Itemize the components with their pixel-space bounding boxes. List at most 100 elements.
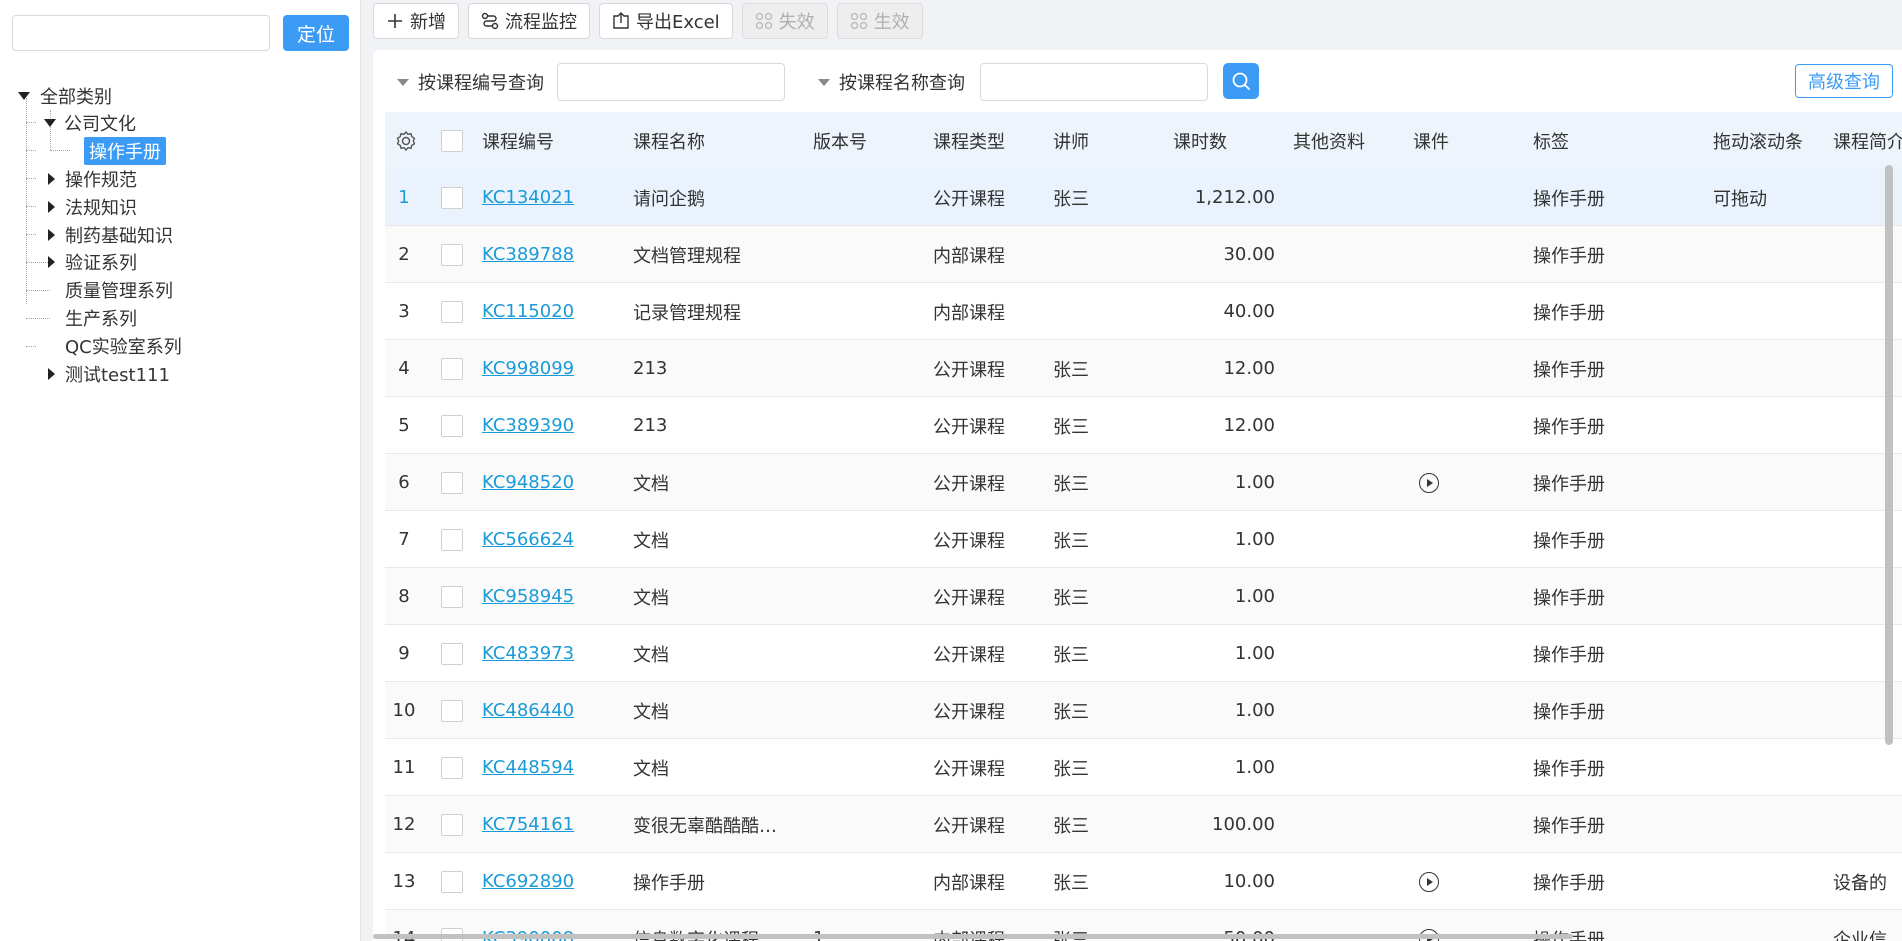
validate-button[interactable]: 生效 (836, 3, 923, 39)
table-row[interactable]: 5 KC389390 213 公开课程 张三 12.00 操作手册 (385, 397, 1902, 454)
row-checkbox[interactable] (441, 397, 465, 454)
header-courseware[interactable]: 课件 (1413, 112, 1449, 169)
tree-node-label[interactable]: 操作规范 (65, 166, 137, 192)
table-row[interactable]: 9 KC483973 文档 公开课程 张三 1.00 操作手册 (385, 625, 1902, 682)
cell-code[interactable]: KC115020 (482, 283, 622, 340)
caret-right-icon[interactable] (48, 256, 55, 268)
table-row[interactable]: 6 KC948520 文档 公开课程 张三 1.00 操作手册 (385, 454, 1902, 511)
header-hours[interactable]: 课时数 (1173, 112, 1227, 169)
course-name-input[interactable] (980, 63, 1208, 101)
cell-courseware[interactable] (1419, 454, 1459, 511)
locate-input[interactable] (12, 15, 270, 51)
play-icon[interactable] (1419, 472, 1439, 493)
tree-node-label[interactable]: 全部类别 (40, 83, 112, 109)
table-row[interactable]: 3 KC115020 记录管理规程 内部课程 40.00 操作手册 (385, 283, 1902, 340)
caret-down-icon[interactable] (44, 119, 56, 127)
flow-monitor-button[interactable]: 流程监控 (468, 3, 590, 39)
caret-down-icon[interactable] (397, 78, 409, 86)
add-button[interactable]: 新增 (373, 3, 459, 39)
tree-node-test[interactable]: 测试test111 (48, 360, 170, 388)
tree-node-label[interactable]: 质量管理系列 (65, 277, 173, 303)
table-row[interactable]: 4 KC998099 213 公开课程 张三 12.00 操作手册 (385, 340, 1902, 397)
caret-right-icon[interactable] (48, 173, 55, 185)
tree-node-qc[interactable]: QC实验室系列 (65, 332, 182, 360)
tree-node-label[interactable]: 生产系列 (65, 305, 137, 331)
tree-node-label[interactable]: 测试test111 (65, 361, 170, 387)
tree-node-label[interactable]: 验证系列 (65, 249, 137, 275)
cell-code[interactable]: KC998099 (482, 340, 622, 397)
search-button[interactable] (1223, 63, 1259, 99)
cell-code[interactable]: KC566624 (482, 511, 622, 568)
cell-code[interactable]: KC389788 (482, 226, 622, 283)
header-code[interactable]: 课程编号 (482, 112, 554, 169)
tree-node-pharma[interactable]: 制药基础知识 (48, 221, 173, 249)
play-icon[interactable] (1419, 871, 1439, 892)
select-all-checkbox[interactable] (441, 112, 463, 169)
caret-down-icon[interactable] (818, 78, 830, 86)
row-checkbox[interactable] (441, 511, 465, 568)
row-checkbox[interactable] (441, 283, 465, 340)
search-by-name-toggle[interactable]: 按课程名称查询 (818, 69, 965, 95)
cell-code[interactable]: KC958945 (482, 568, 622, 625)
invalidate-button[interactable]: 失效 (741, 3, 828, 39)
header-version[interactable]: 版本号 (813, 112, 867, 169)
table-row[interactable]: 2 KC389788 文档管理规程 内部课程 30.00 操作手册 (385, 226, 1902, 283)
cell-code[interactable]: KC754161 (482, 796, 622, 853)
tree-node-manual[interactable]: 操作手册 (84, 137, 166, 165)
tree-node-company-culture[interactable]: 公司文化 (44, 109, 136, 137)
caret-right-icon[interactable] (48, 368, 55, 380)
vertical-scrollbar[interactable] (1885, 165, 1893, 745)
export-excel-button[interactable]: 导出Excel (599, 3, 733, 39)
table-row[interactable]: 10 KC486440 文档 公开课程 张三 1.00 操作手册 (385, 682, 1902, 739)
tree-node-production[interactable]: 生产系列 (65, 304, 137, 332)
header-type[interactable]: 课程类型 (933, 112, 1005, 169)
tree-node-label[interactable]: QC实验室系列 (65, 333, 182, 359)
row-checkbox[interactable] (441, 739, 465, 796)
horizontal-scrollbar[interactable] (373, 934, 1573, 939)
cell-code[interactable]: KC692890 (482, 853, 622, 910)
row-checkbox[interactable] (441, 853, 465, 910)
tree-node-verify[interactable]: 验证系列 (48, 248, 137, 276)
row-checkbox[interactable] (441, 454, 465, 511)
tree-node-op-spec[interactable]: 操作规范 (48, 165, 137, 193)
table-row[interactable]: 1 KC134021 请问企鹅 公开课程 张三 1,212.00 操作手册 可拖动 (385, 169, 1902, 226)
header-name[interactable]: 课程名称 (633, 112, 705, 169)
advanced-search-button[interactable]: 高级查询 (1795, 64, 1893, 98)
tree-node-quality[interactable]: 质量管理系列 (65, 276, 173, 304)
header-teacher[interactable]: 讲师 (1053, 112, 1089, 169)
row-checkbox[interactable] (441, 340, 465, 397)
tree-node-law[interactable]: 法规知识 (48, 193, 137, 221)
row-checkbox[interactable] (441, 226, 465, 283)
tree-node-root[interactable]: 全部类别 (18, 82, 112, 110)
tree-node-label[interactable]: 操作手册 (84, 137, 166, 165)
table-row[interactable]: 13 KC692890 操作手册 内部课程 张三 10.00 操作手册 设备的 (385, 853, 1902, 910)
search-by-code-toggle[interactable]: 按课程编号查询 (397, 69, 544, 95)
header-drag[interactable]: 拖动滚动条 (1713, 112, 1803, 169)
column-settings-button[interactable] (395, 112, 417, 169)
cell-code[interactable]: KC948520 (482, 454, 622, 511)
table-row[interactable]: 8 KC958945 文档 公开课程 张三 1.00 操作手册 (385, 568, 1902, 625)
row-checkbox[interactable] (441, 682, 465, 739)
table-row[interactable]: 7 KC566624 文档 公开课程 张三 1.00 操作手册 (385, 511, 1902, 568)
header-tag[interactable]: 标签 (1533, 112, 1569, 169)
caret-right-icon[interactable] (48, 229, 55, 241)
caret-right-icon[interactable] (48, 201, 55, 213)
header-other[interactable]: 其他资料 (1293, 112, 1365, 169)
cell-courseware[interactable] (1419, 853, 1459, 910)
row-checkbox[interactable] (441, 625, 465, 682)
row-checkbox[interactable] (441, 169, 465, 226)
cell-code[interactable]: KC486440 (482, 682, 622, 739)
tree-node-label[interactable]: 法规知识 (65, 194, 137, 220)
cell-code[interactable]: KC389390 (482, 397, 622, 454)
cell-code[interactable]: KC134021 (482, 169, 622, 226)
cell-code[interactable]: KC483973 (482, 625, 622, 682)
tree-node-label[interactable]: 制药基础知识 (65, 222, 173, 248)
table-row[interactable]: 12 KC754161 变很无辜酷酷酷… 公开课程 张三 100.00 操作手册 (385, 796, 1902, 853)
caret-down-icon[interactable] (18, 92, 30, 100)
table-row[interactable]: 11 KC448594 文档 公开课程 张三 1.00 操作手册 (385, 739, 1902, 796)
cell-code[interactable]: KC448594 (482, 739, 622, 796)
header-intro[interactable]: 课程简介 (1833, 112, 1902, 169)
locate-button[interactable]: 定位 (283, 15, 349, 51)
tree-node-label[interactable]: 公司文化 (64, 110, 136, 136)
row-checkbox[interactable] (441, 568, 465, 625)
